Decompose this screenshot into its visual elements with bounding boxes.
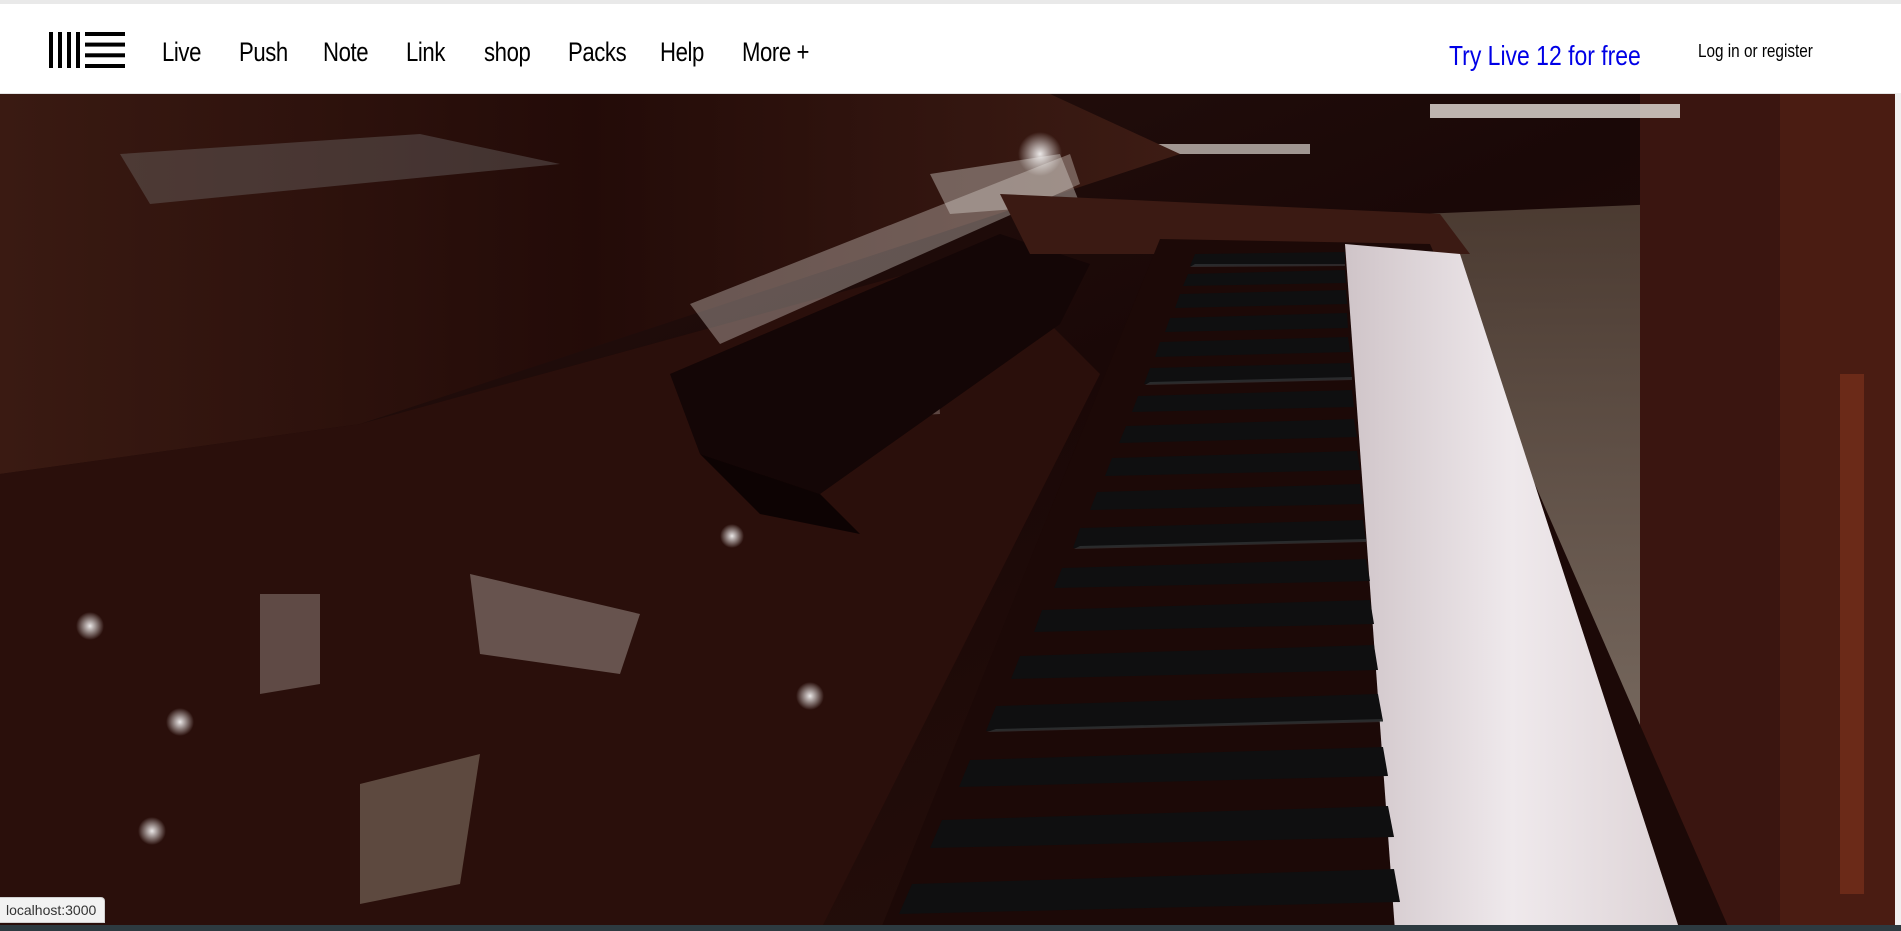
nav-item-packs[interactable]: Packs [568,32,627,72]
nav-item-shop[interactable]: shop [484,32,531,72]
bottom-strip [0,925,1901,931]
vertical-scrollbar[interactable] [1895,93,1901,931]
nav-item-link[interactable]: Link [406,32,445,72]
nav-item-live[interactable]: Live [162,32,201,72]
login-link[interactable]: Log in [1698,41,1740,61]
try-live-free-link[interactable]: Try Live 12 for free [1449,36,1641,76]
nav-item-note[interactable]: Note [323,32,369,72]
auth-links: Log in or register [1698,36,1813,66]
status-url: localhost:3000 [0,897,106,923]
page: Live Push Note Link shop Packs Help More… [0,0,1901,931]
ableton-logo-icon[interactable] [49,32,125,68]
piano-keyboard-photo [0,94,1901,931]
register-link[interactable]: register [1762,41,1813,61]
nav-item-help[interactable]: Help [660,32,704,72]
auth-or-text: or [1743,41,1758,61]
hero-image [0,94,1901,931]
site-header: Live Push Note Link shop Packs Help More… [0,4,1901,94]
nav-item-push[interactable]: Push [239,32,288,72]
nav-item-more[interactable]: More + [742,32,809,72]
